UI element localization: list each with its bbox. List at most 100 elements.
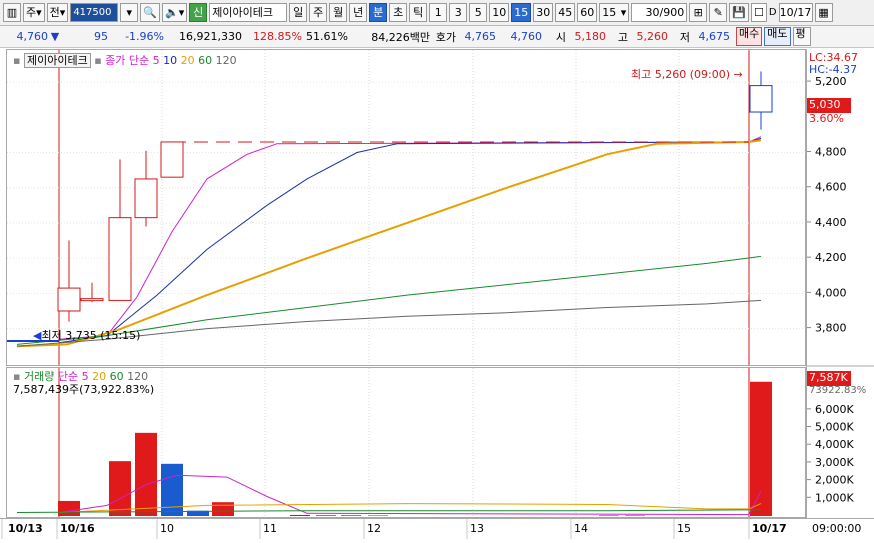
buy-button[interactable]: 매수 [736, 27, 763, 46]
interval-10[interactable]: 10 [489, 3, 510, 22]
volume-axis-label: 3,000K [815, 456, 854, 469]
chart-icon[interactable]: ▥ [3, 3, 21, 22]
period-label: 년 [353, 6, 364, 19]
current-pct-box: 3.60% [809, 112, 844, 125]
interval-60[interactable]: 60 [577, 3, 598, 22]
time-axis-label: 14 [574, 522, 588, 535]
low-annotation: ◀최저 3,735 (15:15) [33, 327, 140, 343]
open-label: 시 [555, 30, 566, 44]
high-annotation: 최고 5,260 (09:00) → [631, 68, 743, 81]
date-checkbox[interactable]: ☐ [750, 3, 767, 22]
stock-code-value: 417500 [73, 6, 112, 18]
time-axis-label: 10/13 [8, 522, 43, 535]
candle-icon[interactable]: ⊞ [689, 3, 708, 22]
legend-grip-icon-2: ▪ [94, 54, 102, 67]
volume-axis-label: 2,000K [815, 474, 854, 487]
volume-bar-small [625, 515, 645, 516]
interval-15[interactable]: 15 [511, 3, 532, 22]
high-label: 고 [617, 30, 628, 44]
volume-bar-small [290, 514, 310, 516]
speaker-icon[interactable]: 🔈▾ [162, 3, 188, 22]
time-axis-label: 10 [160, 522, 174, 535]
interval-45[interactable]: 45 [555, 3, 576, 22]
quote-bar: 4,760 ▼ 95 -1.96% 16,921,330 128.85% 51.… [0, 26, 874, 48]
interval-select-value: 15 [602, 6, 617, 19]
eval-button[interactable]: 평 [792, 27, 811, 46]
draw-tool-icon[interactable]: ✎ [709, 3, 728, 22]
current-volume-box: 7,587K [807, 371, 851, 386]
volume-axis-label: 4,000K [815, 438, 854, 451]
period-second[interactable]: 초 [389, 3, 408, 22]
interval-label: 10 [492, 6, 507, 19]
buy-label: 매수 [739, 27, 760, 40]
date-input[interactable]: 10/17 [778, 3, 813, 22]
time-axis-svg: 10/13 10/16 10 11 12 13 14 15 10/17 09:00:00 [1, 519, 861, 539]
ma-legend-label: 종가 단순 [105, 54, 150, 67]
toolbar: ▥ 주 ▾ 전 ▾ 417500 ▾ 🔍 🔈▾ 신 제이아이테크 일 주 월 년 분… [0, 0, 874, 26]
volume-axis-label: 6,000K [815, 403, 854, 416]
candle-body [134, 178, 158, 219]
price-axis-label: 3,800 [815, 322, 847, 335]
price-axis-label: 4,000 [815, 286, 847, 299]
period-mode-select[interactable]: 전 ▾ [46, 3, 69, 22]
volume-bar [161, 463, 183, 516]
interval-label: 60 [580, 6, 595, 19]
price-axis-label: 4,600 [815, 181, 847, 194]
interval-30[interactable]: 30 [533, 3, 554, 22]
period-label: 일 [293, 6, 304, 19]
period-week[interactable]: 주 [309, 3, 328, 22]
trade-amount: 84,226백만 [371, 30, 430, 44]
time-axis-label: 12 [367, 522, 381, 535]
price-axis-label: 5,200 [815, 75, 847, 88]
calendar-icon[interactable]: ▦ [814, 3, 833, 22]
low-label: 저 [679, 30, 690, 44]
time-axis-label: 10/16 [60, 522, 95, 535]
ask-label: 호가 [435, 30, 456, 44]
sell-button[interactable]: 매도 [764, 27, 791, 46]
stock-code-input[interactable]: 417500 [70, 3, 119, 22]
eval-label: 평 [795, 27, 806, 40]
time-axis-label: 15 [677, 522, 691, 535]
date-value: 10/17 [779, 6, 812, 19]
volume-chart-panel[interactable]: ▪ 거래량 단순 5 20 60 120 7,587,439주(73,922.8… [6, 367, 806, 518]
price-axis-label: 4,200 [815, 251, 847, 264]
high-price: 5,260 [636, 30, 669, 43]
stock-name-tag[interactable]: 제이아이테크 [23, 53, 91, 68]
sell-label: 매도 [767, 27, 788, 40]
ma-20-label: 20 [180, 54, 195, 67]
stock-name-value: 제이아이테크 [212, 6, 273, 19]
volume-bar [109, 461, 131, 516]
period-label: 월 [333, 6, 344, 19]
interval-select[interactable]: 15 ▾ [599, 3, 630, 22]
volume-bar-small [368, 515, 388, 516]
candle-body [80, 298, 104, 302]
interval-5[interactable]: 5 [469, 3, 488, 22]
period-year[interactable]: 년 [349, 3, 368, 22]
price-chart-panel[interactable]: ▪ 제이아이테크 ▪ 종가 단순 5 10 20 60 120 최고 5,260… [6, 49, 806, 366]
badge-label: 신 [193, 6, 204, 19]
volume-ratio: 128.85% [253, 30, 302, 43]
code-dropdown-button[interactable]: ▾ [120, 3, 139, 22]
price-axis-label: 4,800 [815, 146, 847, 159]
save-icon[interactable]: 💾 [729, 3, 749, 22]
period-tick[interactable]: 틱 [409, 3, 428, 22]
market-type-select[interactable]: 주 ▾ [23, 3, 45, 22]
count-input[interactable]: 30/900 [631, 3, 688, 22]
period-day[interactable]: 일 [289, 3, 308, 22]
volume-bar [135, 432, 157, 516]
down-triangle-icon: ▼ [50, 30, 60, 43]
period-label: 주 [313, 6, 324, 19]
count-value: 30 [645, 6, 660, 19]
interval-1[interactable]: 1 [429, 3, 448, 22]
volume-bar [750, 381, 772, 516]
volume-bar-small [341, 515, 361, 516]
interval-label: 15 [514, 6, 529, 19]
stock-name-field[interactable]: 제이아이테크 [209, 3, 288, 22]
interval-3[interactable]: 3 [449, 3, 468, 22]
period-minute[interactable]: 분 [369, 3, 388, 22]
price-legend: ▪ 제이아이테크 ▪ 종가 단순 5 10 20 60 120 [13, 52, 237, 68]
period-month[interactable]: 월 [329, 3, 348, 22]
time-axis-label: 10/17 [752, 522, 787, 535]
volume-bar-small [599, 515, 619, 516]
search-icon[interactable]: 🔍 [140, 3, 161, 22]
